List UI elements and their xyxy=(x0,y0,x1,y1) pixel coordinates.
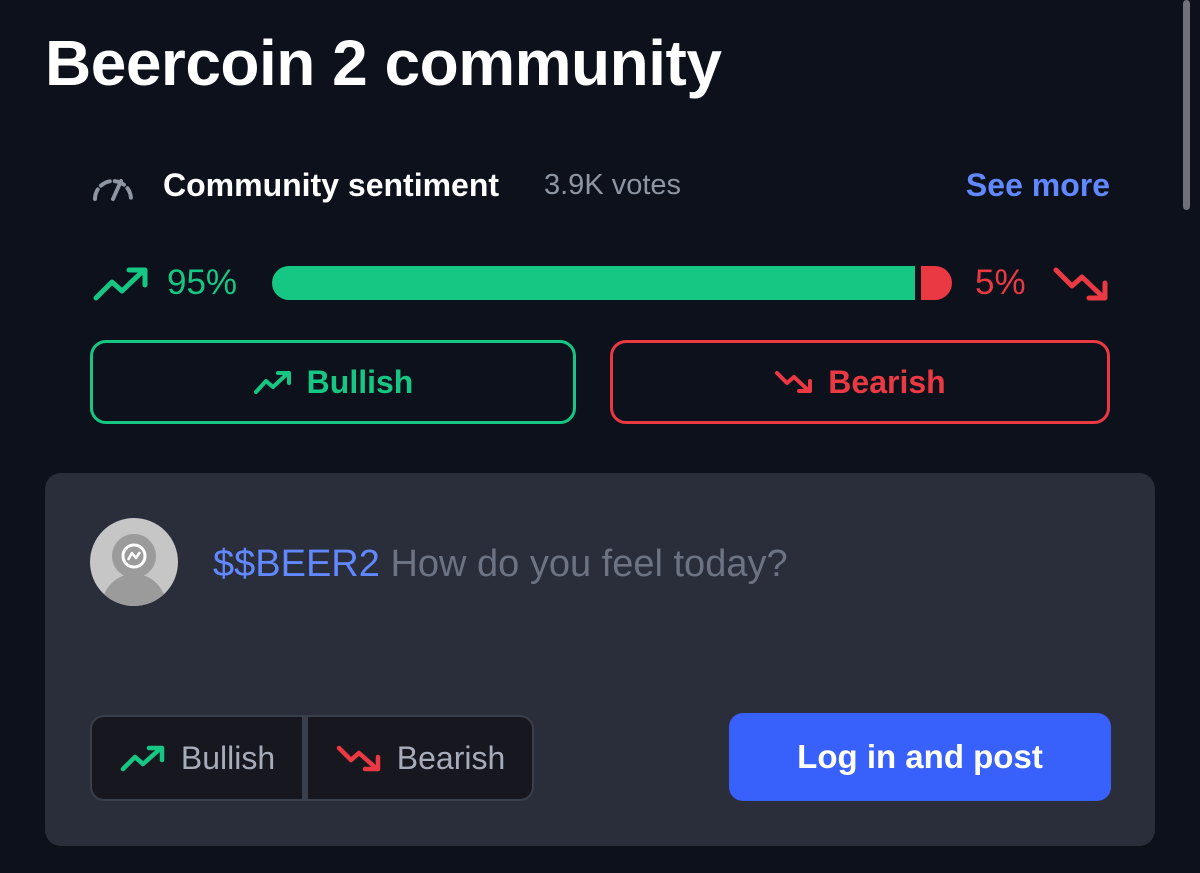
vote-count: 3.9K votes xyxy=(544,169,682,201)
trend-down-icon xyxy=(336,745,381,772)
page-title: Beercoin 2 community xyxy=(45,27,722,99)
sentiment-bar xyxy=(272,266,952,300)
sentiment-header: Community sentiment 3.9K votes See more xyxy=(92,162,1110,210)
trend-up-icon xyxy=(93,267,148,301)
post-input[interactable]: $$BEER2 How do you feel today? xyxy=(213,543,788,586)
vote-bullish-label: Bullish xyxy=(306,363,414,400)
sentiment-toggle: Bullish Bearish xyxy=(90,715,534,801)
toggle-bullish-label: Bullish xyxy=(180,739,276,776)
vote-bearish-label: Bearish xyxy=(828,363,946,400)
bearish-bar-fill xyxy=(921,266,952,300)
bullish-bar-fill xyxy=(272,266,915,300)
toggle-bearish-label: Bearish xyxy=(396,739,506,776)
bearish-percent: 5% xyxy=(975,263,1026,302)
sentiment-label: Community sentiment xyxy=(163,167,500,203)
scrollbar[interactable] xyxy=(1183,0,1190,210)
gauge-icon xyxy=(93,179,133,201)
see-more-link[interactable]: See more xyxy=(966,167,1110,204)
post-composer: $$BEER2 How do you feel today? Bullish B… xyxy=(45,473,1155,846)
user-avatar-icon xyxy=(90,518,178,606)
trend-up-icon xyxy=(253,371,291,394)
trend-down-icon xyxy=(775,371,813,393)
trend-down-icon xyxy=(1053,267,1108,301)
sentiment-bar-row: 95% 5% xyxy=(92,258,1110,308)
toggle-bearish-button[interactable]: Bearish xyxy=(308,717,532,799)
ticker-tag: $$BEER2 xyxy=(213,543,380,585)
bullish-percent: 95% xyxy=(167,263,238,302)
post-placeholder: How do you feel today? xyxy=(379,543,788,585)
trend-up-icon xyxy=(120,745,165,772)
toggle-bullish-button[interactable]: Bullish xyxy=(92,717,309,799)
login-and-post-button[interactable]: Log in and post xyxy=(729,713,1111,801)
community-page: Beercoin 2 community Community sentiment… xyxy=(0,0,1200,873)
vote-bearish-button[interactable]: Bearish xyxy=(610,340,1110,424)
vote-bullish-button[interactable]: Bullish xyxy=(90,340,576,424)
